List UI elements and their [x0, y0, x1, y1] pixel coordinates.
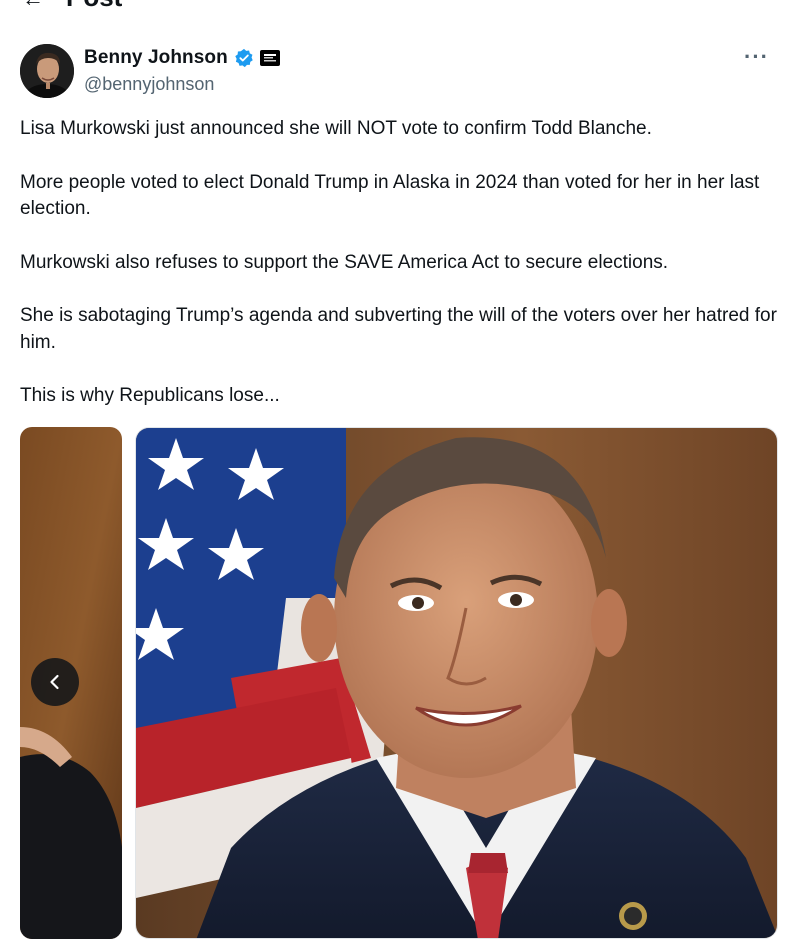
chevron-left-icon [46, 673, 64, 691]
affiliate-badge-icon[interactable] [259, 50, 280, 66]
back-arrow-icon[interactable]: ← [22, 0, 44, 12]
page-title: Post [66, 0, 122, 12]
author-handle[interactable]: @bennyjohnson [84, 74, 214, 95]
more-options-icon[interactable]: ··· [744, 44, 769, 70]
carousel-prev-button[interactable] [31, 658, 79, 706]
tweet-text: Lisa Murkowski just announced she will N… [20, 116, 780, 437]
tweet-paragraph: This is why Republicans lose... [20, 385, 280, 406]
tweet-paragraph: Murkowski also refuses to support the SA… [20, 251, 669, 273]
avatar[interactable] [20, 44, 74, 98]
author-display-name[interactable]: Benny Johnson [84, 47, 228, 69]
verified-badge-icon[interactable] [234, 48, 254, 68]
author-name-row: Benny Johnson [84, 47, 280, 69]
top-bar: ← Post [0, 0, 800, 12]
media-main-photo[interactable] [135, 427, 778, 939]
tweet-paragraph: She is sabotaging Trump’s agenda and sub… [20, 305, 777, 353]
tweet-paragraph: Lisa Murkowski just announced she will N… [20, 118, 652, 139]
tweet-paragraph: More people voted to elect Donald Trump … [20, 171, 760, 220]
